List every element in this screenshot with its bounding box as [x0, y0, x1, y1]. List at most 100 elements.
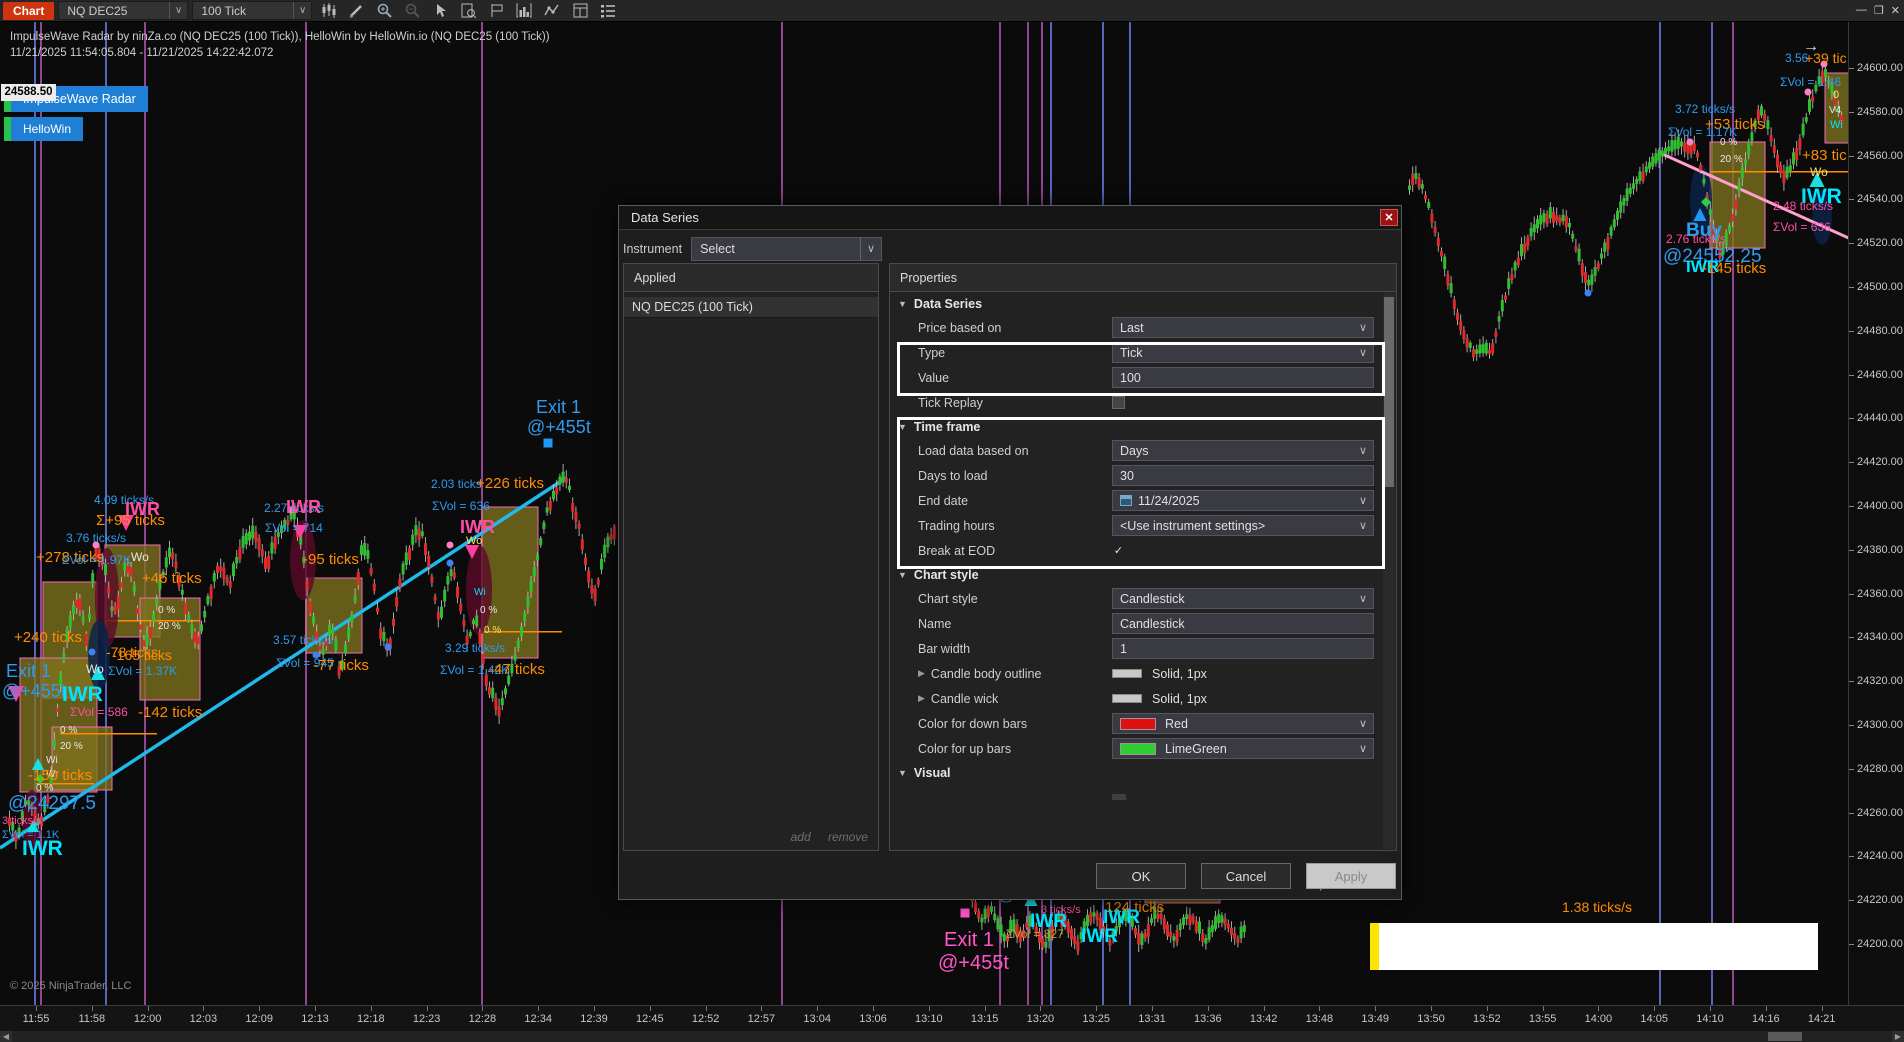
- price-axis-label: 24480.00: [1857, 325, 1903, 337]
- price-tick: [1849, 594, 1854, 595]
- chart-annotation: 0 %: [480, 606, 497, 616]
- property-row: Value100: [890, 365, 1382, 390]
- bar-chart-icon[interactable]: [512, 2, 536, 20]
- time-tick: [1208, 1006, 1209, 1011]
- color-for-down-bars-dropdown[interactable]: Red∨: [1112, 713, 1374, 734]
- list-icon[interactable]: [596, 2, 620, 20]
- dialog-close-button[interactable]: ✕: [1380, 209, 1398, 226]
- chart-menu-button[interactable]: Chart: [3, 2, 54, 20]
- chart-report-icon[interactable]: [456, 2, 480, 20]
- chevron-down-icon: ∨: [1353, 519, 1373, 532]
- instrument-select-dropdown[interactable]: Select ∨: [691, 237, 882, 261]
- tick-replay-checkbox[interactable]: [1112, 396, 1125, 409]
- instrument-label: Instrument: [623, 242, 682, 256]
- chart-annotation: IWR: [286, 498, 321, 516]
- scrollbar-thumb[interactable]: [1384, 297, 1394, 487]
- load-data-based-on-dropdown[interactable]: Days∨: [1112, 440, 1374, 461]
- property-label: Tick Replay: [918, 396, 983, 410]
- chart-annotation: 2.48 ticks/s: [1773, 200, 1833, 212]
- zigzag-line-icon[interactable]: [540, 2, 564, 20]
- section-label: Data Series: [914, 297, 982, 311]
- section-header-data-series[interactable]: ▼Data Series: [890, 292, 1382, 315]
- section-header-chart-style[interactable]: ▼Chart style: [890, 563, 1382, 586]
- time-tick: [1264, 1006, 1265, 1011]
- time-tick: [873, 1006, 874, 1011]
- time-tick: [1710, 1006, 1711, 1011]
- price-axis[interactable]: 24600.0024580.0024560.0024540.0024520.00…: [1848, 22, 1904, 1005]
- time-axis[interactable]: 11:5511:5812:0012:0312:0912:1312:1812:23…: [0, 1005, 1904, 1031]
- price-axis-label: 24240.00: [1857, 850, 1903, 862]
- applied-series-item[interactable]: NQ DEC25 (100 Tick): [624, 297, 878, 318]
- chart-annotation: -47 ticks: [489, 662, 545, 677]
- property-row: Tick Replay: [890, 390, 1382, 415]
- apply-button[interactable]: Apply: [1306, 863, 1396, 889]
- stroke-swatch[interactable]: [1112, 694, 1142, 703]
- property-label: Bar width: [918, 642, 970, 656]
- time-axis-label: 11:58: [78, 1013, 105, 1025]
- maximize-button[interactable]: ❐: [1874, 4, 1884, 17]
- end-date-dropdown[interactable]: 11/24/2025∨: [1112, 490, 1374, 511]
- time-tick: [259, 1006, 260, 1011]
- property-label: Trading hours: [918, 519, 995, 533]
- time-axis-label: 13:31: [1138, 1013, 1166, 1025]
- time-tick: [1822, 1006, 1823, 1011]
- type-dropdown[interactable]: Tick∨: [1112, 342, 1374, 363]
- chart-annotation: Wi: [474, 588, 486, 598]
- name-input[interactable]: Candlestick: [1112, 613, 1374, 634]
- time-axis-label: 12:03: [190, 1013, 218, 1025]
- collapse-icon: ▼: [898, 570, 907, 580]
- chart-date-range: 11/21/2025 11:54:05.804 - 11/21/2025 14:…: [10, 47, 273, 59]
- time-axis-label: 14:05: [1640, 1013, 1668, 1025]
- add-button[interactable]: add: [791, 830, 811, 844]
- chart-annotation: ΣVol = 636: [432, 500, 490, 512]
- days-to-load-input[interactable]: 30: [1112, 465, 1374, 486]
- break-at-eod-checkbox[interactable]: ✓: [1112, 544, 1125, 557]
- expand-icon[interactable]: ▶: [918, 668, 925, 679]
- chevron-down-icon: ∨: [1353, 742, 1373, 755]
- value-input[interactable]: 100: [1112, 367, 1374, 388]
- property-label: Chart style: [918, 592, 978, 606]
- chart-annotation: -165 ticks: [112, 648, 172, 662]
- pencil-icon[interactable]: [344, 2, 368, 20]
- zoom-out-icon[interactable]: [400, 2, 424, 20]
- property-label: Price based on: [918, 321, 1001, 335]
- horizontal-scrollbar[interactable]: ◀ ▶: [0, 1031, 1904, 1042]
- time-tick: [594, 1006, 595, 1011]
- expand-icon[interactable]: ▶: [918, 693, 925, 704]
- trading-hours-dropdown[interactable]: <Use instrument settings>∨: [1112, 515, 1374, 536]
- property-row: Price based on Last∨: [890, 315, 1382, 340]
- dialog-title: Data Series: [619, 206, 1401, 230]
- dropdown-value: Tick: [1120, 346, 1142, 360]
- legend-hellowin[interactable]: HelloWin: [4, 117, 83, 141]
- bar-width-input[interactable]: 1: [1112, 638, 1374, 659]
- stroke-swatch[interactable]: [1112, 669, 1142, 678]
- property-row: Days to load30: [890, 463, 1382, 488]
- chevron-down-icon: ∨: [1353, 592, 1373, 605]
- properties-scrollbar[interactable]: [1383, 293, 1395, 849]
- scrollbar-thumb[interactable]: [1768, 1032, 1802, 1041]
- spreadsheet-icon[interactable]: [568, 2, 592, 20]
- color-for-up-bars-dropdown[interactable]: LimeGreen∨: [1112, 738, 1374, 759]
- scroll-left-icon[interactable]: ◀: [0, 1031, 12, 1042]
- price-axis-label: 24200.00: [1857, 938, 1903, 950]
- ok-button[interactable]: OK: [1096, 863, 1186, 889]
- instrument-selector[interactable]: NQ DEC25 ∨: [58, 1, 188, 20]
- section-header-time-frame[interactable]: ▼Time frame: [890, 415, 1382, 438]
- candlestick-chart-icon[interactable]: [316, 2, 340, 20]
- zoom-in-icon[interactable]: [372, 2, 396, 20]
- cancel-button[interactable]: Cancel: [1201, 863, 1291, 889]
- price-based-on-dropdown[interactable]: Last∨: [1112, 317, 1374, 338]
- minimize-button[interactable]: —: [1856, 4, 1867, 16]
- scroll-right-icon[interactable]: ▶: [1892, 1031, 1904, 1042]
- copyright-text: © 2025 NinjaTrader, LLC: [10, 980, 131, 992]
- remove-button[interactable]: remove: [828, 830, 868, 844]
- time-axis-label: 13:49: [1361, 1013, 1389, 1025]
- interval-selector-value: 100 Tick: [201, 4, 246, 18]
- cursor-icon[interactable]: [428, 2, 452, 20]
- collapse-icon: ▼: [898, 768, 907, 778]
- chart-style-dropdown[interactable]: Candlestick∨: [1112, 588, 1374, 609]
- panel-flag-icon[interactable]: [484, 2, 508, 20]
- close-window-button[interactable]: ✕: [1891, 4, 1900, 17]
- section-header-visual[interactable]: ▼Visual: [890, 761, 1382, 784]
- interval-selector[interactable]: 100 Tick ∨: [192, 1, 312, 20]
